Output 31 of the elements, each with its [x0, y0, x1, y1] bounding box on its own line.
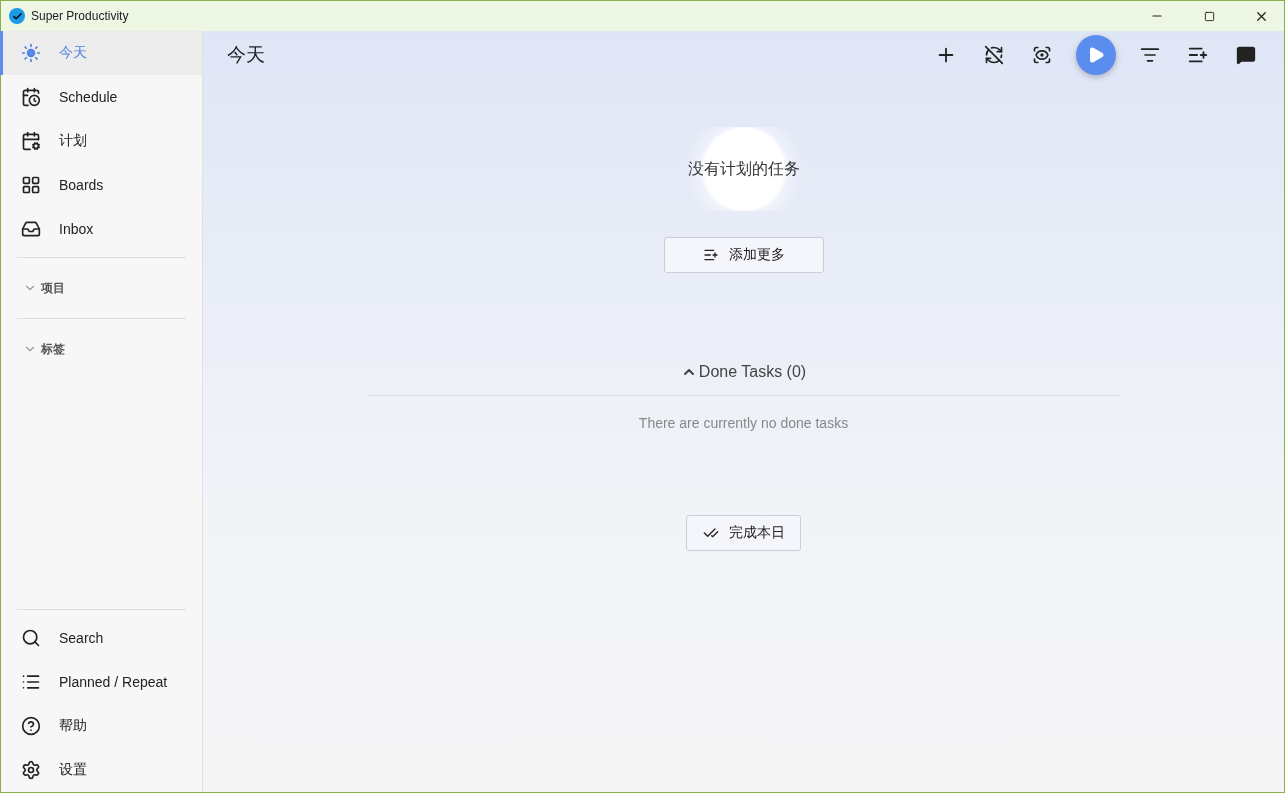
nav-icon [21, 87, 41, 107]
maximize-icon [1203, 10, 1215, 22]
sidebar-item[interactable]: Schedule [0, 75, 202, 119]
done-tasks-toggle[interactable]: Done Tasks (0) [680, 363, 807, 381]
nav-icon [21, 43, 41, 63]
no-done-tasks-text: There are currently no done tasks [638, 415, 849, 431]
nav-icon [21, 219, 41, 239]
sidebar-item[interactable]: Search [0, 616, 202, 660]
sidebar-item[interactable]: Planned / Repeat [0, 660, 202, 704]
finish-day-button[interactable]: 完成本日 [686, 515, 801, 551]
empty-message: 没有计划的任务 [687, 158, 800, 179]
nav-icon [21, 672, 41, 692]
play-icon [1087, 46, 1105, 64]
nav-icon [21, 175, 41, 195]
sidebar-item[interactable]: 设置 [0, 748, 202, 792]
play-button[interactable] [1076, 35, 1116, 75]
add-more-button[interactable]: 添加更多 [663, 237, 824, 273]
nav-icon [21, 131, 41, 151]
sidebar-item[interactable]: Boards [0, 163, 202, 207]
check-logo-icon [9, 8, 25, 24]
sidebar-item[interactable]: Inbox [0, 207, 202, 251]
nav-icon [21, 760, 41, 780]
sidebar-item[interactable]: 帮助 [0, 704, 202, 748]
sidebar-item[interactable]: 计划 [0, 119, 202, 163]
sidebar-section[interactable]: 项目 [1, 264, 202, 312]
window-title: Super Productivity [31, 9, 130, 23]
sidebar-section[interactable]: 标签 [1, 325, 202, 373]
nav-icon [21, 716, 41, 736]
page-title: 今天 [227, 43, 266, 67]
list-add-icon [702, 247, 719, 263]
nav-icon [21, 628, 41, 648]
